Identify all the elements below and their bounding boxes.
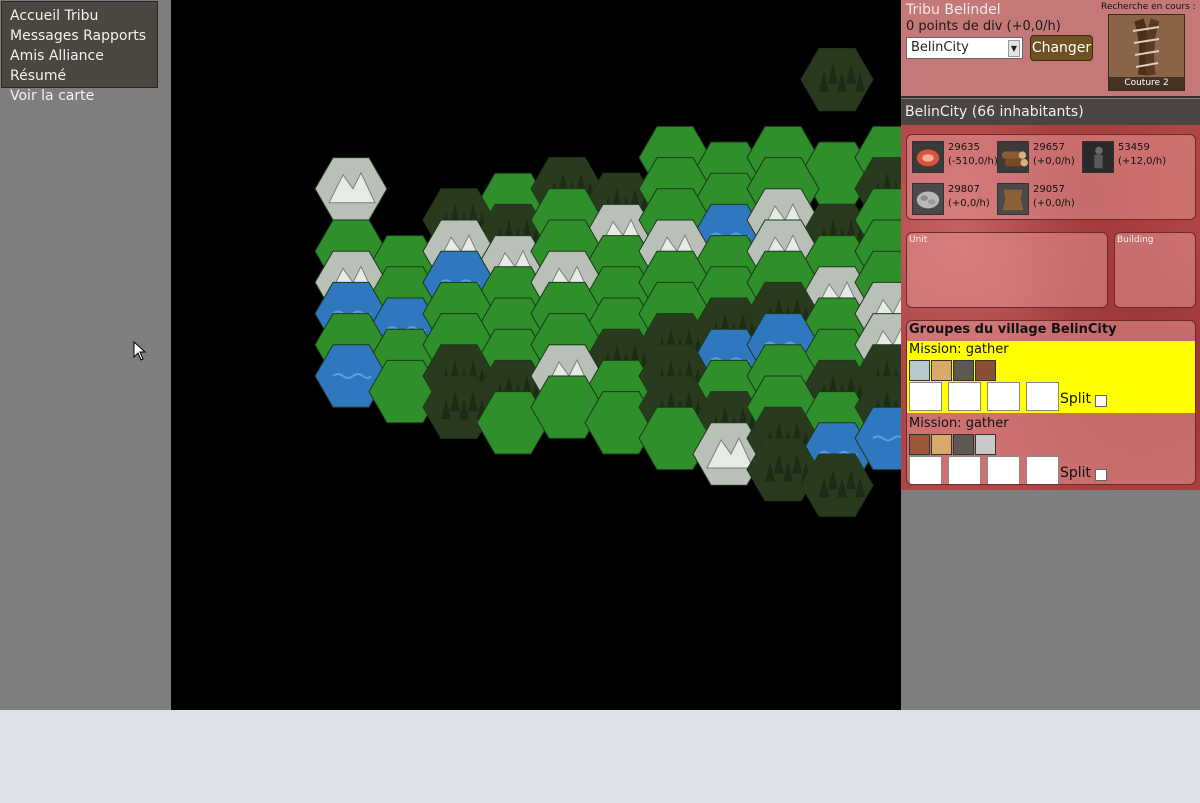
split-label: Split — [1060, 465, 1092, 481]
stone-icon — [912, 183, 944, 215]
resources-panel: 29635 (-510,0/h) 29657 (+0,0/h) 53459 (+… — [906, 134, 1196, 220]
mission-label: Mission: gather — [909, 342, 1009, 357]
mission-units — [909, 360, 997, 381]
division-points: 0 points de div (+0,0/h) — [906, 19, 1061, 34]
mouse-cursor-icon — [133, 341, 147, 361]
split-checkbox[interactable] — [1095, 469, 1108, 481]
nav-link-accueil[interactable]: Accueil — [10, 8, 60, 24]
meat-icon — [912, 141, 944, 173]
split-control: Split — [1060, 465, 1108, 481]
unit-panel[interactable]: Unit — [906, 232, 1108, 308]
main-nav: Accueil Tribu Messages Rapports Amis All… — [1, 1, 158, 104]
nav-link-voir-la-carte[interactable]: Voir la carte — [10, 88, 94, 104]
unit-slot[interactable] — [909, 382, 942, 411]
change-city-button[interactable]: Changer — [1030, 35, 1093, 61]
mission-group-1[interactable]: Mission: gather Split — [907, 341, 1195, 413]
unit-portrait-icon[interactable] — [909, 360, 930, 381]
unit-portrait-icon[interactable] — [953, 360, 974, 381]
resource-value: 29635 — [948, 142, 980, 153]
village-groups-title: Groupes du village BelinCity — [909, 322, 1117, 337]
unit-slot[interactable] — [1026, 382, 1059, 411]
header-divider — [901, 96, 1200, 98]
resource-rate: (+0,0/h) — [1033, 198, 1075, 209]
mission-slots — [909, 382, 1065, 415]
city-select-value: BelinCity — [911, 40, 969, 55]
city-title: BelinCity (66 inhabitants) — [901, 99, 1200, 125]
unit-portrait-icon[interactable] — [953, 434, 974, 455]
resource-value: 29057 — [1033, 184, 1065, 195]
mission-slots — [909, 456, 1065, 484]
village-groups-panel: Groupes du village BelinCity Mission: ga… — [906, 320, 1196, 485]
unit-portrait-icon[interactable] — [975, 360, 996, 381]
hex-map-canvas[interactable] — [171, 0, 901, 710]
game-window: Accueil Tribu Messages Rapports Amis All… — [0, 0, 1200, 710]
right-panel: Tribu Belindel 0 points de div (+0,0/h) … — [901, 0, 1200, 710]
resource-rate: (+0,0/h) — [948, 198, 990, 209]
resource-value: 29657 — [1033, 142, 1065, 153]
resource-rate: (+0,0/h) — [1033, 156, 1075, 167]
chevron-down-icon[interactable]: ▼ — [1008, 40, 1020, 57]
resource-rate: (+12,0/h) — [1118, 156, 1167, 167]
leather-hide-icon — [997, 183, 1029, 215]
mission-group-2[interactable]: Mission: gather Split — [907, 415, 1195, 484]
unit-portrait-icon[interactable] — [931, 434, 952, 455]
research-name: Couture 2 — [1109, 77, 1184, 90]
mission-units — [909, 434, 997, 455]
city-select[interactable]: BelinCity ▼ — [906, 37, 1023, 59]
nav-link-resume[interactable]: Résumé — [10, 68, 66, 84]
unit-slot[interactable] — [909, 456, 942, 484]
nav-link-messages[interactable]: Messages — [10, 28, 79, 44]
left-pane: Accueil Tribu Messages Rapports Amis All… — [0, 0, 171, 710]
city-body: 29635 (-510,0/h) 29657 (+0,0/h) 53459 (+… — [901, 125, 1200, 490]
tribe-name[interactable]: Tribu Belindel — [906, 2, 1001, 18]
building-panel-label: Building — [1117, 235, 1154, 245]
hex-map[interactable] — [171, 0, 901, 710]
resource-value: 29807 — [948, 184, 980, 195]
mission-label: Mission: gather — [909, 416, 1009, 431]
nav-link-alliance[interactable]: Alliance — [49, 48, 104, 64]
split-checkbox[interactable] — [1095, 395, 1108, 407]
research-thumbnail[interactable]: Couture 2 — [1108, 14, 1185, 91]
research-label: Recherche en cours : — [1101, 2, 1196, 12]
unit-panel-label: Unit — [909, 235, 928, 245]
unit-slot[interactable] — [1026, 456, 1059, 484]
nav-link-amis[interactable]: Amis — [10, 48, 44, 64]
resource-rate: (-510,0/h) — [948, 156, 998, 167]
unit-slot[interactable] — [948, 456, 981, 484]
building-panel[interactable]: Building — [1114, 232, 1196, 308]
population-icon — [1082, 141, 1114, 173]
unit-slot[interactable] — [987, 382, 1020, 411]
nav-link-tribu[interactable]: Tribu — [64, 8, 98, 24]
unit-slot[interactable] — [948, 382, 981, 411]
unit-portrait-icon[interactable] — [931, 360, 952, 381]
split-control: Split — [1060, 391, 1108, 407]
resource-value: 53459 — [1118, 142, 1150, 153]
split-label: Split — [1060, 391, 1092, 407]
unit-portrait-icon[interactable] — [909, 434, 930, 455]
unit-slot[interactable] — [987, 456, 1020, 484]
wood-logs-icon — [997, 141, 1029, 173]
tribe-header: Tribu Belindel 0 points de div (+0,0/h) … — [901, 0, 1200, 96]
unit-portrait-icon[interactable] — [975, 434, 996, 455]
nav-link-rapports[interactable]: Rapports — [83, 28, 146, 44]
